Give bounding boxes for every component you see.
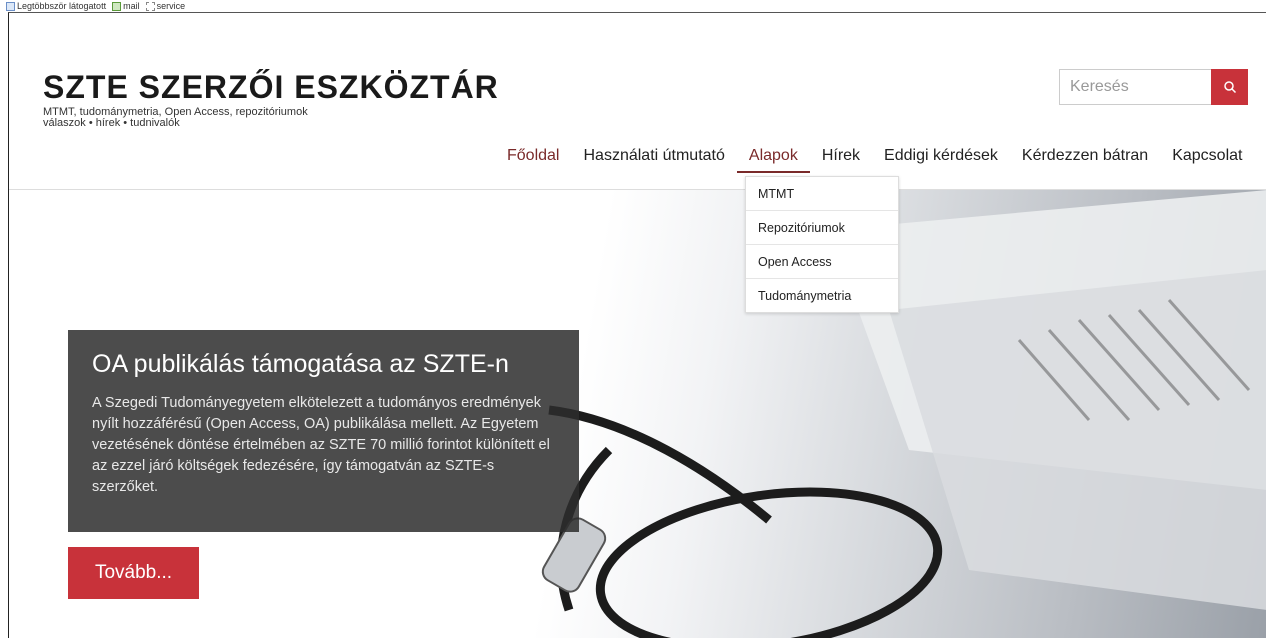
site-subtitle: MTMT, tudománymetria, Open Access, repoz… <box>43 107 308 129</box>
nav-item-basics[interactable]: Alapok <box>736 146 810 176</box>
bookmark-label: service <box>156 1 186 11</box>
hero-text: A Szegedi Tudományegyetem elkötelezett a… <box>92 395 550 495</box>
basics-dropdown-menu: MTMT Repozitóriumok Open Access Tudomány… <box>745 176 899 313</box>
site-title[interactable]: SZTE SZERZŐI ESZKÖZTÁR <box>43 69 499 106</box>
hero-title[interactable]: OA publikálás támogatása az SZTE-n <box>92 350 555 379</box>
search-form <box>1059 69 1257 105</box>
nav-item-contact[interactable]: Kapcsolat <box>1160 146 1254 176</box>
nav-item-ask-question[interactable]: Kérdezzen bátran <box>1010 146 1160 176</box>
bookmark-label: mail <box>123 1 140 11</box>
page: SZTE SZERZŐI ESZKÖZTÁR MTMT, tudománymet… <box>8 12 1266 638</box>
bookmark-mail[interactable]: mail <box>112 1 140 11</box>
hero-caption: OA publikálás támogatása az SZTE-n A Sze… <box>68 330 579 532</box>
main-nav: Főoldal Használati útmutató Alapok Hírek… <box>495 146 1254 176</box>
bookmark-service[interactable]: service <box>145 1 186 11</box>
folder-icon <box>145 1 155 11</box>
site-subtitle-line2: válaszok • hírek • tudnivalók <box>43 117 180 129</box>
nav-item-past-questions[interactable]: Eddigi kérdések <box>872 146 1010 176</box>
bookmark-most-visited[interactable]: Legtöbbször látogatott <box>6 1 106 11</box>
nav-item-news[interactable]: Hírek <box>810 146 872 176</box>
dropdown-item-open-access[interactable]: Open Access <box>746 245 898 279</box>
dropdown-item-mtmt[interactable]: MTMT <box>746 177 898 211</box>
mail-icon <box>112 1 122 11</box>
bookmark-label: Legtöbbször látogatott <box>17 1 107 11</box>
more-button[interactable]: Tovább... <box>68 547 199 599</box>
search-input[interactable] <box>1059 69 1211 105</box>
nav-item-home[interactable]: Főoldal <box>495 146 571 176</box>
paper-sheet <box>889 270 1266 610</box>
search-icon <box>1223 81 1236 94</box>
nav-item-user-guide[interactable]: Használati útmutató <box>571 146 736 176</box>
bookmarks-bar: Legtöbbször látogatott mail service <box>0 0 1268 12</box>
bookmark-page-icon <box>6 1 15 11</box>
glasses <box>548 405 943 638</box>
dropdown-item-repositories[interactable]: Repozitóriumok <box>746 211 898 245</box>
dropdown-item-scientometrics[interactable]: Tudománymetria <box>746 279 898 313</box>
hero-slider: OA publikálás támogatása az SZTE-n A Sze… <box>9 190 1266 638</box>
search-button[interactable] <box>1211 69 1248 105</box>
